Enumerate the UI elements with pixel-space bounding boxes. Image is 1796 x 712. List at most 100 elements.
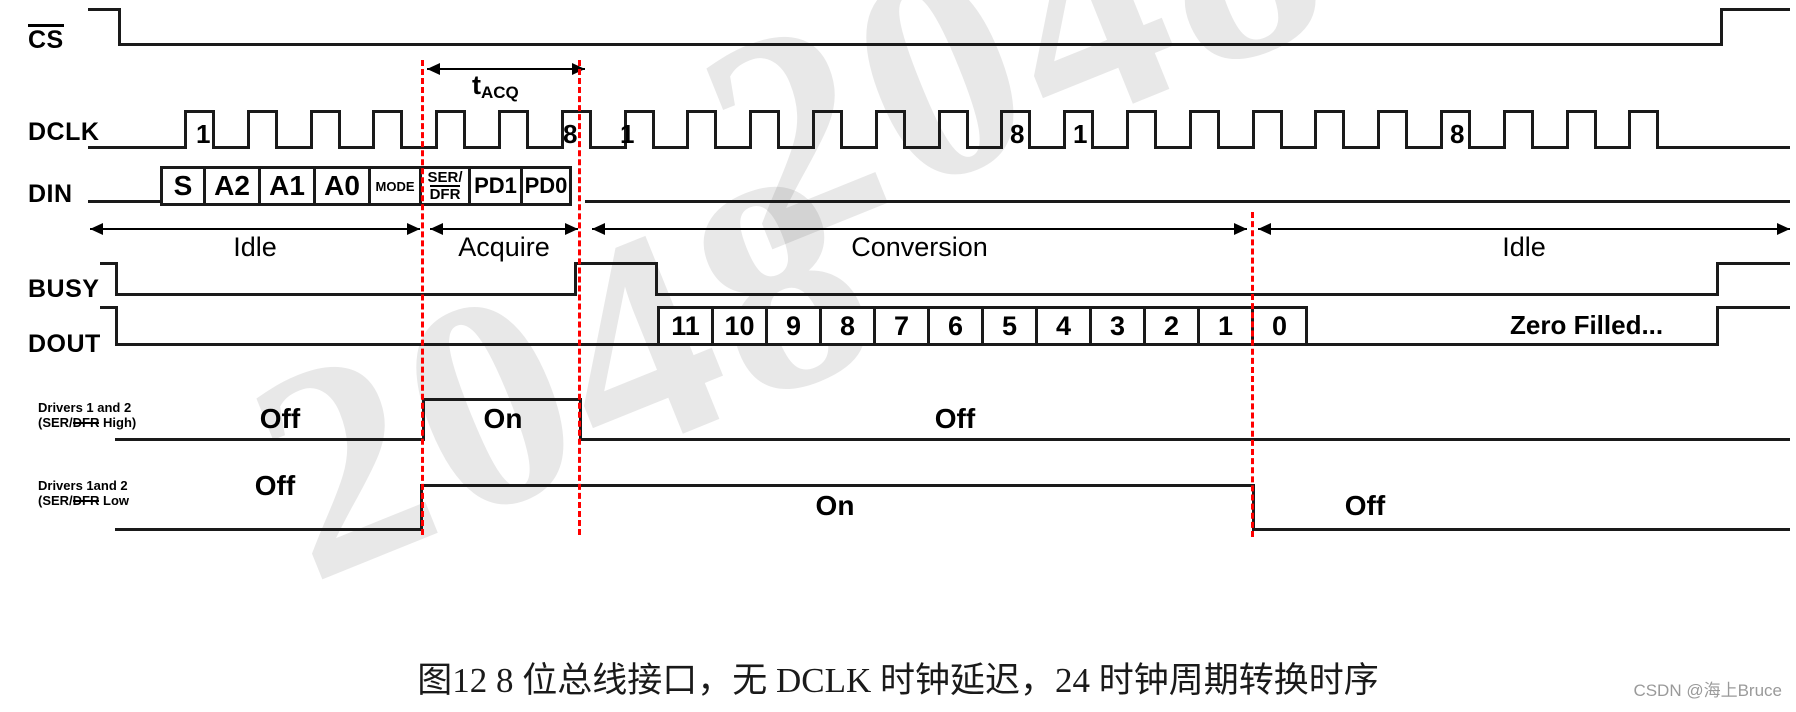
dclk-marker-1b: 1 [620, 119, 635, 149]
dclk-pulse-top [1251, 110, 1283, 113]
dclk-pulse-fall [274, 110, 278, 149]
dout-bit-cell: 5 [981, 306, 1038, 346]
busy-wave-rise [574, 262, 577, 296]
dclk-pulse-rise [1126, 110, 1129, 149]
dclk-pulse-top [1063, 110, 1095, 113]
din-cell: A2 [203, 166, 261, 206]
dclk-pulse-top [874, 110, 906, 113]
drivers-low-ser: (SER/ [38, 493, 73, 508]
dclk-pulse-low [1154, 146, 1192, 149]
drivers-low-wave-low-1 [115, 528, 423, 531]
busy-wave-fall [655, 262, 658, 296]
dout-bit-cell: 4 [1035, 306, 1092, 346]
dclk-pulse-fall [777, 110, 781, 149]
dout-bit-cell: 6 [927, 306, 984, 346]
dclk-pulse-top [246, 110, 278, 113]
dclk-pulse-low [1091, 146, 1129, 149]
watermark-text: 2048 [660, 0, 1371, 315]
dclk-pulse-top [560, 110, 592, 113]
dout-wave-fall-start [115, 306, 118, 346]
dclk-pulse-fall [1656, 110, 1660, 149]
dclk-pulse-rise [812, 110, 815, 149]
dclk-pulse-low [1405, 146, 1443, 149]
dclk-pulse-low [1656, 146, 1691, 149]
din-cell-label: PD1 [474, 173, 517, 198]
dclk-pulse-fall [714, 110, 718, 149]
din-cell: A0 [313, 166, 371, 206]
marker-line-acquire-end [578, 60, 584, 535]
busy-wave-low-2 [655, 293, 1719, 296]
dout-bit-label: 10 [724, 310, 755, 341]
dclk-pulse-top [812, 110, 843, 113]
dclk-pulse-rise [184, 110, 187, 149]
dclk-pulse-fall [526, 110, 529, 149]
signal-label-din: DIN [28, 180, 73, 209]
dout-bit-cell: 9 [765, 306, 822, 346]
dout-bit-label: 4 [1055, 310, 1072, 341]
dout-bit-cell: 2 [1143, 306, 1200, 346]
dout-bit-label: 0 [1271, 310, 1288, 341]
dclk-pulse-fall [1028, 110, 1032, 149]
dclk-pulse-fall [337, 110, 341, 149]
dclk-pulse-top [1502, 110, 1534, 113]
dclk-pulse-rise [1314, 110, 1318, 149]
dclk-pulse-fall [1154, 110, 1157, 149]
dclk-pulse-top [686, 110, 718, 113]
dclk-baseline-end [1687, 146, 1790, 149]
din-cell: PD0 [520, 166, 572, 206]
dclk-pulse-low [1468, 146, 1506, 149]
dout-zero-filled-label: Zero Filled... [1510, 310, 1664, 340]
tacq-label-main: t [472, 70, 481, 100]
dclk-pulse-top [1440, 110, 1471, 113]
phase-label-conversion: Conversion [851, 232, 988, 262]
dout-bit-label: 3 [1109, 310, 1126, 341]
dout-bit-label: 5 [1001, 310, 1018, 341]
dout-bit-cell: 3 [1089, 306, 1146, 346]
dclk-pulse-fall [463, 110, 467, 149]
dclk-pulse-top [1314, 110, 1346, 113]
dclk-pulse-low [337, 146, 376, 149]
din-cell-serdfr-top: SER/ [427, 169, 463, 186]
dout-wave-high-end [1716, 306, 1790, 309]
dclk-pulse-fall [965, 110, 969, 149]
dclk-pulse-fall [1091, 110, 1095, 149]
din-cell-label: PD0 [524, 173, 568, 198]
dclk-marker-8a: 8 [563, 119, 578, 149]
drivers-low-state: Low [99, 493, 129, 508]
cs-wave-high-end [1720, 8, 1790, 11]
dclk-pulse-top [937, 110, 969, 113]
drivers-low-on: On [815, 490, 855, 521]
dclk-pulse-rise [1565, 110, 1569, 149]
din-cell-label: A1 [269, 170, 305, 201]
dclk-pulse-fall [1593, 110, 1597, 149]
dout-bit-label: 11 [671, 310, 700, 341]
phase-arrow-conversion [592, 223, 1247, 235]
dclk-pulse-rise [498, 110, 501, 149]
dclk-pulse-rise [1063, 110, 1067, 149]
dclk-pulse-top [435, 110, 467, 113]
dclk-pulse-rise [1502, 110, 1506, 149]
dclk-pulse-fall [400, 110, 404, 149]
dclk-pulse-fall [1216, 110, 1220, 149]
dclk-pulse-fall [651, 110, 655, 149]
din-cell-label: MODE [375, 178, 415, 194]
busy-wave-rise-end [1716, 262, 1719, 296]
dclk-pulse-fall [1279, 110, 1283, 149]
drivers-high-line2: (SER/DFR High) [38, 415, 136, 430]
signal-label-din-text: DIN [28, 180, 73, 208]
dclk-pulse-rise [874, 110, 878, 149]
din-cell-label: A0 [324, 170, 360, 201]
dclk-pulse-rise [246, 110, 250, 149]
phase-arrow-idle2 [1258, 223, 1790, 235]
din-cell-label: S [173, 170, 193, 201]
signal-label-busy: BUSY [28, 275, 99, 304]
dclk-pulse-low [1216, 146, 1255, 149]
dout-wave-rise-end [1716, 306, 1719, 346]
watermark: 2048 2048 [0, 0, 1796, 712]
marker-line-acquire-start [421, 60, 427, 535]
dclk-pulse-top [623, 110, 655, 113]
dclk-pulse-low [965, 146, 1004, 149]
dclk-pulse-rise [309, 110, 313, 149]
cs-wave-high [88, 8, 121, 11]
dclk-marker-8c: 8 [1450, 119, 1465, 149]
